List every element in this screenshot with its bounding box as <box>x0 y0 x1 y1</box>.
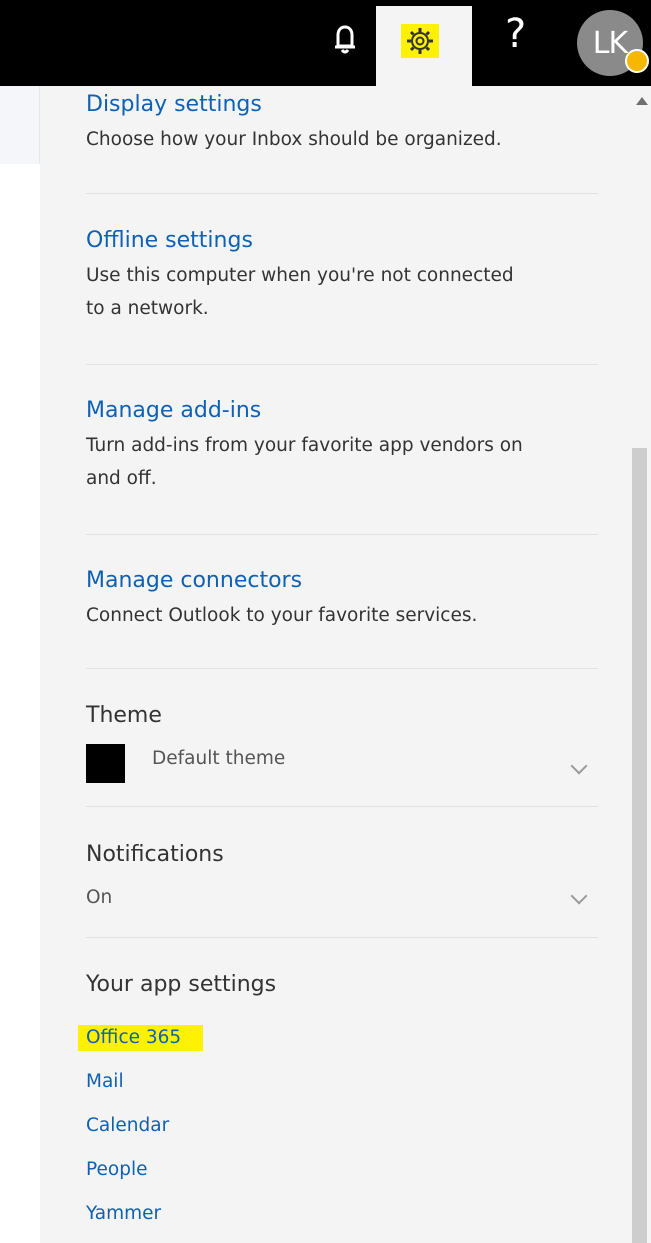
manage-addins-section: Manage add-ins Turn add-ins from your fa… <box>86 396 598 495</box>
offline-settings-section: Offline settings Use this computer when … <box>86 226 598 325</box>
manage-connectors-link[interactable]: Manage connectors <box>86 566 598 596</box>
theme-swatch[interactable] <box>86 744 125 783</box>
offline-description-line-2: to a network. <box>86 298 209 319</box>
app-link-yammer[interactable]: Yammer <box>86 1201 161 1227</box>
addins-description-line-2: and off. <box>86 468 157 489</box>
theme-heading: Theme <box>86 703 162 728</box>
gear-icon[interactable] <box>401 24 439 58</box>
divider <box>86 668 598 669</box>
app-settings-heading: Your app settings <box>86 972 277 997</box>
background-pane <box>0 86 40 164</box>
divider <box>86 806 598 807</box>
bell-icon[interactable] <box>331 22 359 56</box>
manage-connectors-section: Manage connectors Connect Outlook to you… <box>86 566 598 632</box>
notifications-heading: Notifications <box>86 842 224 867</box>
theme-selected-value[interactable]: Default theme <box>152 748 285 769</box>
scrollbar-thumb[interactable] <box>632 448 647 1243</box>
app-link-people[interactable]: People <box>86 1157 147 1183</box>
divider <box>86 193 598 194</box>
manage-addins-link[interactable]: Manage add-ins <box>86 396 598 426</box>
divider <box>86 534 598 535</box>
app-link-calendar[interactable]: Calendar <box>86 1113 169 1139</box>
manage-addins-description: Turn add-ins from your favorite app vend… <box>86 429 598 495</box>
notifications-selected-value[interactable]: On <box>86 887 112 908</box>
offline-settings-description: Use this computer when you're not connec… <box>86 259 598 325</box>
help-icon[interactable]: ? <box>505 14 526 54</box>
display-settings-link[interactable]: Display settings <box>86 90 598 120</box>
divider <box>86 937 598 938</box>
app-settings-section: Your app settings <box>86 970 598 1000</box>
top-bar <box>0 0 651 86</box>
presence-status-icon <box>625 49 649 73</box>
manage-connectors-description: Connect Outlook to your favorite service… <box>86 605 478 626</box>
scroll-up-arrow-icon[interactable] <box>636 97 648 105</box>
offline-settings-link[interactable]: Offline settings <box>86 226 598 256</box>
display-settings-description: Choose how your Inbox should be organize… <box>86 129 502 150</box>
addins-description-line-1: Turn add-ins from your favorite app vend… <box>86 435 523 456</box>
offline-description-line-1: Use this computer when you're not connec… <box>86 265 514 286</box>
notifications-section: Notifications <box>86 840 598 870</box>
divider <box>86 364 598 365</box>
display-settings-section: Display settings Choose how your Inbox s… <box>86 90 598 156</box>
theme-section: Theme <box>86 701 598 731</box>
app-link-office-365[interactable]: Office 365 <box>78 1025 204 1051</box>
app-link-mail[interactable]: Mail <box>86 1069 124 1095</box>
